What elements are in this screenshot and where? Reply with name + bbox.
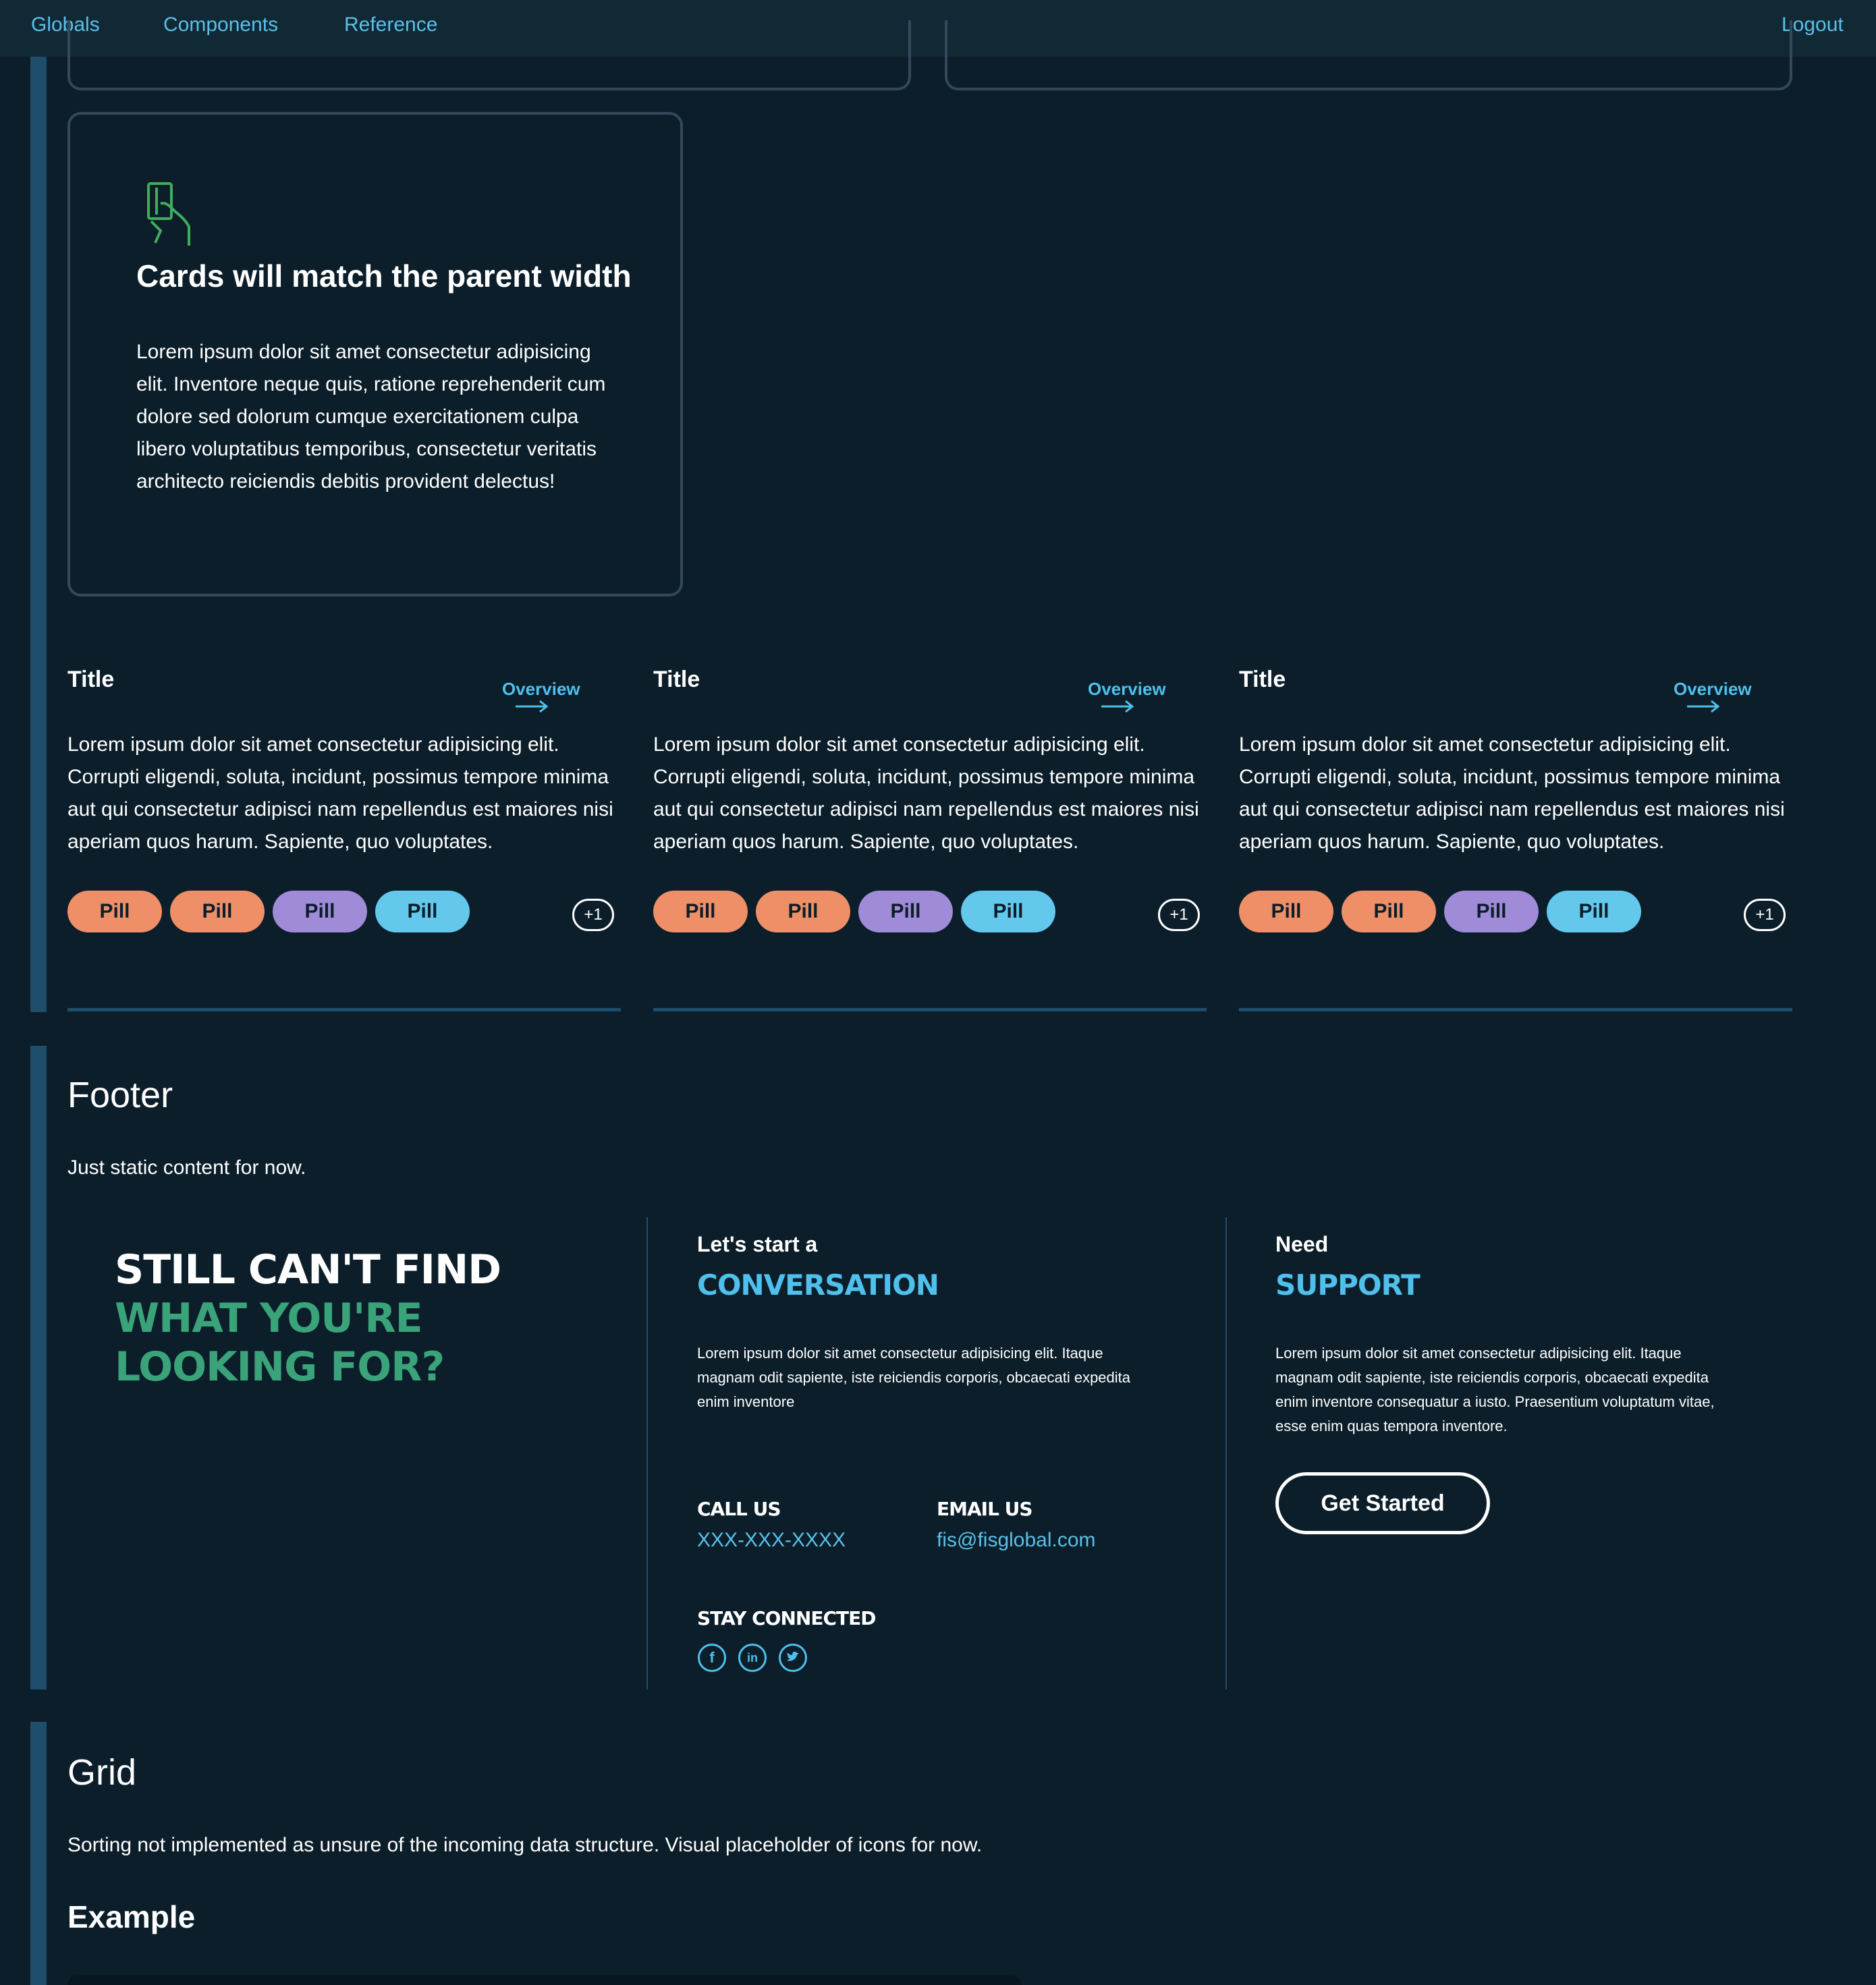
get-started-button[interactable]: Get Started	[1275, 1472, 1490, 1534]
conversation-heading: CONVERSATION	[697, 1268, 939, 1302]
headline-line-2: WHAT YOU'RE	[115, 1295, 423, 1342]
twitter-icon[interactable]	[779, 1644, 807, 1672]
section-description-footer: Just static content for now.	[67, 1156, 306, 1179]
overview-link[interactable]: Overview	[502, 679, 628, 713]
overview-label: Overview	[502, 679, 580, 699]
list-column: Title Overview Lorem ipsum dolor sit ame…	[67, 661, 628, 1012]
overview-link[interactable]: Overview	[1674, 679, 1799, 713]
call-us-label: CALL US	[697, 1498, 781, 1520]
column-divider	[1239, 1008, 1792, 1011]
pill[interactable]: Pill	[67, 891, 162, 932]
column-divider	[653, 1008, 1207, 1011]
email-us-label: EMAIL US	[937, 1498, 1033, 1520]
twitter-bird-glyph	[787, 1651, 799, 1661]
phone-number[interactable]: XXX-XXX-XXXX	[697, 1529, 846, 1552]
overview-label: Overview	[1088, 679, 1166, 699]
list-column: Title Overview Lorem ipsum dolor sit ame…	[1239, 661, 1799, 1012]
support-body: Lorem ipsum dolor sit amet consectetur a…	[1275, 1345, 1715, 1434]
pill[interactable]: Pill	[273, 891, 367, 932]
pill[interactable]: Pill	[653, 891, 748, 932]
linkedin-icon[interactable]: in	[738, 1644, 767, 1672]
card-partial-left	[67, 20, 911, 90]
section-heading-grid: Grid	[67, 1752, 137, 1793]
column-body: Lorem ipsum dolor sit amet consectetur a…	[1239, 733, 1785, 853]
more-pills-badge[interactable]: +1	[1158, 899, 1200, 931]
pill[interactable]: Pill	[1547, 891, 1641, 932]
column-title: Title	[67, 667, 115, 692]
email-link[interactable]: fis@fisglobal.com	[937, 1529, 1096, 1552]
headline-line-3: LOOKING FOR?	[115, 1343, 445, 1391]
arrow-right-icon	[516, 700, 549, 713]
pill[interactable]: Pill	[1444, 891, 1539, 932]
pill[interactable]: Pill	[756, 891, 850, 932]
column-divider	[67, 1008, 621, 1011]
list-column: Title Overview Lorem ipsum dolor sit ame…	[653, 661, 1213, 1012]
column-body: Lorem ipsum dolor sit amet consectetur a…	[67, 733, 613, 853]
section-bar-grid	[30, 1722, 47, 1985]
grid-table-top	[67, 1976, 1022, 1985]
pill[interactable]: Pill	[1342, 891, 1436, 932]
info-card: Cards will match the parent width Lorem …	[67, 112, 683, 596]
section-description-grid: Sorting not implemented as unsure of the…	[67, 1834, 983, 1856]
overview-link[interactable]: Overview	[1088, 679, 1213, 713]
card-partial-right	[945, 20, 1792, 90]
conversation-lead: Let's start a	[697, 1232, 818, 1256]
pill[interactable]: Pill	[170, 891, 265, 932]
pill[interactable]: Pill	[961, 891, 1055, 932]
stay-connected-label: STAY CONNECTED	[697, 1607, 876, 1629]
support-heading: SUPPORT	[1275, 1268, 1420, 1302]
card-title: Cards will match the parent width	[136, 258, 632, 293]
section-bar-footer	[30, 1046, 47, 1689]
example-heading: Example	[67, 1899, 196, 1934]
support-lead: Need	[1275, 1232, 1329, 1256]
pill[interactable]: Pill	[858, 891, 953, 932]
conversation-body: Lorem ipsum dolor sit amet consectetur a…	[697, 1345, 1131, 1410]
headline-line-1: STILL CAN'T FIND	[115, 1246, 501, 1293]
arrow-right-icon	[1687, 700, 1720, 713]
pill[interactable]: Pill	[375, 891, 470, 932]
card-hand-icon	[147, 182, 190, 246]
more-pills-badge[interactable]: +1	[572, 899, 614, 931]
section-bar-cards	[30, 57, 47, 1012]
footer-divider	[646, 1217, 648, 1689]
column-title: Title	[653, 667, 700, 692]
footer-divider	[1225, 1217, 1227, 1689]
section-heading-footer: Footer	[67, 1075, 173, 1115]
column-title: Title	[1239, 667, 1286, 692]
arrow-right-icon	[1101, 700, 1134, 713]
card-body: Lorem ipsum dolor sit amet consectetur a…	[136, 341, 606, 493]
facebook-icon[interactable]: f	[698, 1644, 726, 1672]
pill[interactable]: Pill	[1239, 891, 1333, 932]
column-body: Lorem ipsum dolor sit amet consectetur a…	[653, 733, 1199, 853]
more-pills-badge[interactable]: +1	[1744, 899, 1786, 931]
overview-label: Overview	[1674, 679, 1752, 699]
